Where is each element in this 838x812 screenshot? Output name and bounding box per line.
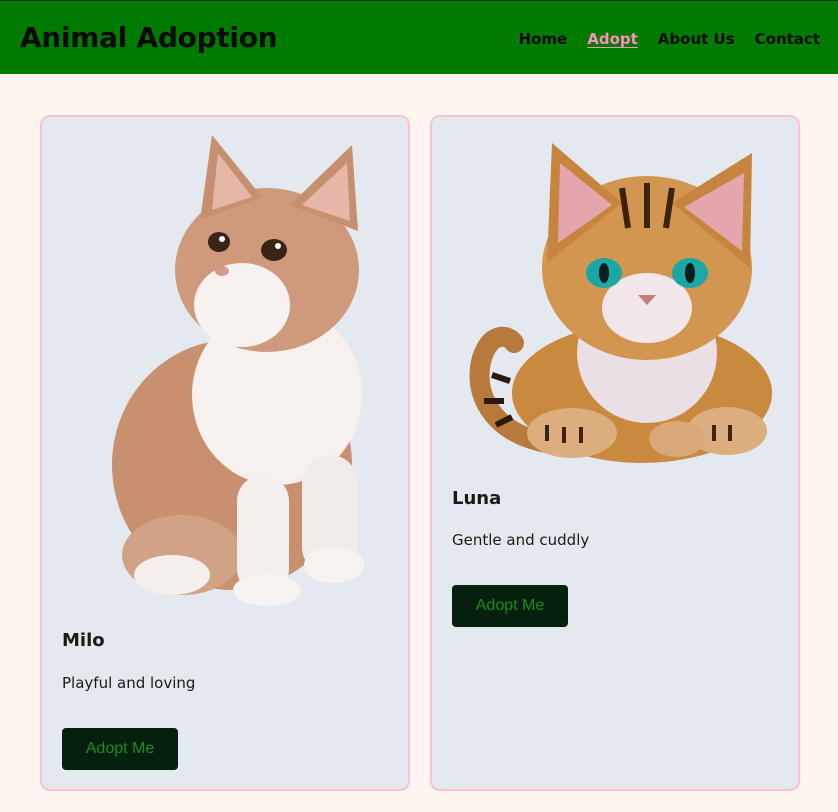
pet-description: Gentle and cuddly — [452, 531, 590, 549]
pet-name: Milo — [62, 630, 105, 651]
nav-about-us[interactable]: About Us — [658, 29, 735, 49]
nav-adopt[interactable]: Adopt — [587, 29, 638, 49]
pet-image-milo — [112, 135, 364, 606]
pet-image-luna — [469, 143, 772, 463]
pet-description: Playful and loving — [62, 674, 196, 692]
nav-contact[interactable]: Contact — [755, 29, 820, 49]
adopt-me-button-milo[interactable]: Adopt Me — [62, 728, 178, 770]
adopt-me-button-luna[interactable]: Adopt Me — [452, 585, 568, 627]
site-title: Animal Adoption — [20, 21, 278, 54]
site-header: Animal Adoption Home Adopt About Us Cont… — [0, 0, 838, 74]
nav-home[interactable]: Home — [519, 29, 568, 49]
pet-card-milo: Milo Playful and loving Adopt Me — [40, 115, 410, 791]
main-nav: Home Adopt About Us Contact — [499, 29, 820, 49]
pet-name: Luna — [452, 488, 502, 509]
pet-card-luna: Luna Gentle and cuddly Adopt Me — [430, 115, 800, 791]
